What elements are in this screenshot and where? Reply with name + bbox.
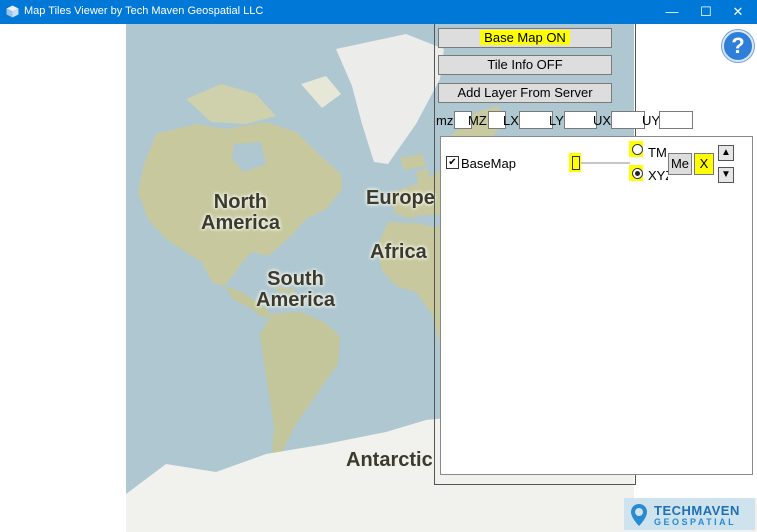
layer-list (440, 136, 753, 475)
map-label-europe: Europe (366, 187, 435, 209)
xyz-radio-label: XYZ (648, 168, 668, 183)
layer-visible-checkbox[interactable]: ✔ (446, 156, 459, 169)
logo-name: TECHMAVEN (654, 503, 740, 518)
tile-info-toggle-button[interactable]: Tile Info OFF (438, 55, 612, 75)
tms-radio[interactable] (632, 144, 643, 155)
help-button[interactable]: ? (722, 30, 754, 62)
add-layer-button[interactable]: Add Layer From Server (438, 83, 612, 103)
techmaven-logo: TECHMAVEN GEOSPATIAL (624, 498, 755, 530)
upper-x-label: UX (593, 113, 612, 128)
opacity-slider-thumb[interactable] (572, 156, 580, 170)
remove-layer-button[interactable]: X (694, 153, 714, 175)
metadata-button[interactable]: Me (668, 153, 692, 175)
map-label-africa: Africa (370, 241, 427, 263)
xyz-radio[interactable] (632, 168, 643, 179)
lower-x-label: LX (503, 113, 519, 128)
window-title: Map Tiles Viewer by Tech Maven Geospatia… (24, 5, 264, 17)
lower-y-label: LY (549, 113, 564, 128)
map-label-south-america: South America (256, 268, 335, 311)
layer-name: BaseMap (461, 156, 516, 171)
opacity-slider-track[interactable] (576, 162, 630, 164)
base-map-toggle-label: Base Map ON (480, 30, 570, 45)
title-bar: Map Tiles Viewer by Tech Maven Geospatia… (0, 0, 757, 24)
map-label-north-america: North America (201, 191, 280, 234)
min-zoom-label: mz (436, 113, 454, 128)
upper-x-input[interactable] (611, 111, 645, 129)
lower-x-input[interactable] (519, 111, 553, 129)
upper-y-label: UY (642, 113, 661, 128)
tms-radio-label: TM (648, 145, 667, 160)
map-label-antarctica: Antarctic (346, 449, 433, 471)
logo-sub: GEOSPATIAL (654, 517, 737, 527)
move-up-button[interactable]: ▲ (718, 145, 734, 161)
map-pin-icon (631, 504, 647, 526)
upper-y-input[interactable] (659, 111, 693, 129)
base-map-toggle-button[interactable]: Base Map ON (438, 28, 612, 48)
max-zoom-label: MZ (468, 113, 487, 128)
move-down-button[interactable]: ▼ (718, 167, 734, 183)
app-icon (6, 5, 19, 18)
close-button[interactable]: ✕ (718, 0, 757, 24)
